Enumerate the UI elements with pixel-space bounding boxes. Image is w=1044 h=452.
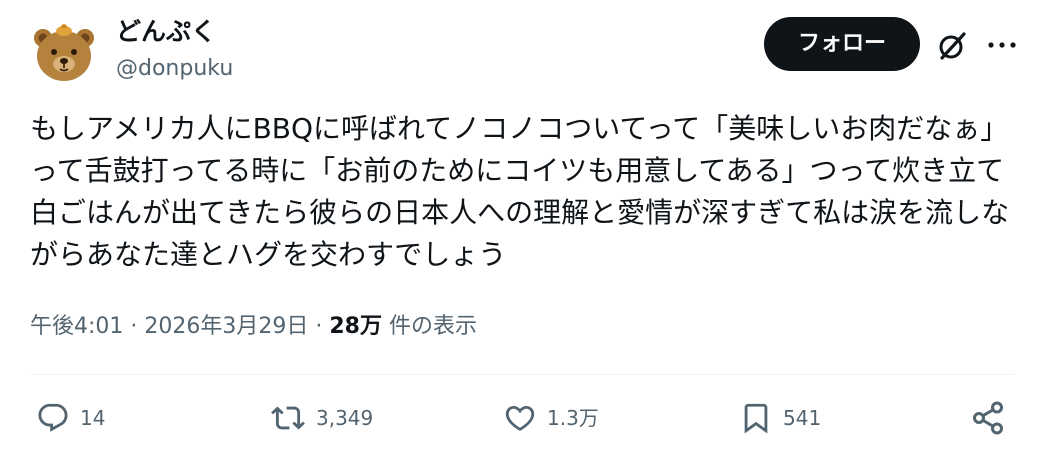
bookmark-icon <box>744 403 768 434</box>
grok-icon[interactable] <box>934 28 970 64</box>
bear-avatar-icon <box>30 16 98 84</box>
reply-icon <box>38 403 68 432</box>
bookmark-button[interactable]: 541 <box>739 396 821 440</box>
share-button[interactable] <box>970 396 1006 440</box>
follow-button[interactable]: フォロー <box>764 17 920 71</box>
like-button[interactable]: 1.3万 <box>503 396 599 440</box>
avatar[interactable] <box>30 16 98 84</box>
views-count[interactable]: 28万 <box>329 314 382 339</box>
more-dots-icon[interactable] <box>984 30 1020 60</box>
tweet-meta: 午後4:01 · 2026年3月29日 · 28万 件の表示 <box>30 310 477 344</box>
meta-separator: · <box>123 314 145 339</box>
heart-icon <box>505 405 535 431</box>
share-icon <box>973 401 1003 435</box>
views-label[interactable]: 件の表示 <box>382 314 477 339</box>
meta-separator: · <box>308 314 330 339</box>
repost-button[interactable]: 3,349 <box>270 396 373 440</box>
reply-button[interactable]: 14 <box>36 396 105 440</box>
tweet-text: もしアメリカ人にBBQに呼ばれてノコノコついてって「美味しいお肉だなぁ」って舌鼓… <box>30 112 1010 271</box>
like-count: 1.3万 <box>547 406 599 430</box>
reply-count: 14 <box>80 406 106 430</box>
repost-count: 3,349 <box>316 406 374 430</box>
bookmark-count: 541 <box>783 406 822 430</box>
post-time[interactable]: 午後4:01 <box>30 314 123 339</box>
user-handle[interactable]: @donpuku <box>116 54 233 84</box>
post-date[interactable]: 2026年3月29日 <box>144 314 308 339</box>
repost-icon <box>271 406 305 430</box>
divider <box>30 374 1015 375</box>
display-name[interactable]: どんぷく <box>116 16 216 48</box>
